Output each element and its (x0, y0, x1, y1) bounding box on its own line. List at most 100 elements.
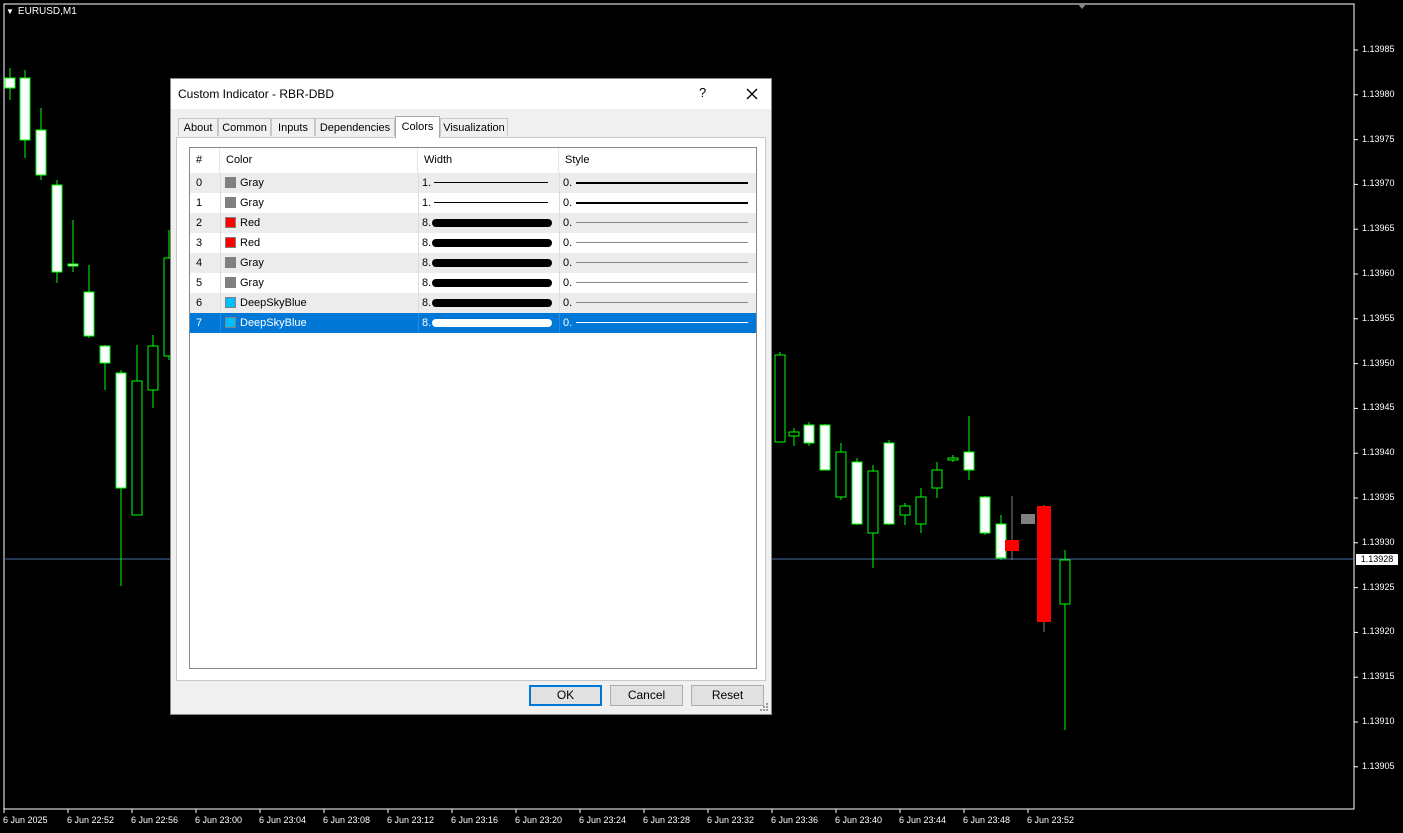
price-tick-label: 1.13920 (1362, 626, 1395, 637)
column-header-width[interactable]: Width (418, 148, 559, 173)
style-value[interactable]: 0. (563, 173, 572, 193)
dialog-titlebar[interactable]: Custom Indicator - RBR-DBD ? (171, 79, 771, 109)
candle-body (803, 424, 815, 444)
price-tick-label: 1.13960 (1362, 268, 1395, 278)
candle-body (83, 291, 95, 337)
color-swatch[interactable] (225, 317, 236, 328)
style-value[interactable]: 0. (563, 313, 572, 333)
width-value[interactable]: 8. (422, 233, 431, 253)
help-button[interactable]: ? (699, 85, 706, 100)
width-value[interactable]: 1. (422, 173, 431, 193)
tab-visualization[interactable]: Visualization (440, 118, 508, 136)
color-name[interactable]: Gray (240, 193, 264, 213)
column-header-style[interactable]: Style (559, 148, 756, 173)
color-name[interactable]: DeepSkyBlue (240, 313, 307, 333)
price-tick-label: 1.13945 (1362, 402, 1395, 413)
color-name[interactable]: Red (240, 213, 260, 233)
color-name[interactable]: Gray (240, 273, 264, 293)
style-line-sample (576, 202, 748, 204)
candle-body (35, 129, 47, 176)
column-header-color[interactable]: Color (220, 148, 418, 173)
style-value[interactable]: 0. (563, 273, 572, 293)
table-row[interactable]: 2 Red 8. 0. (190, 213, 756, 233)
candle-body (915, 496, 927, 525)
width-value[interactable]: 8. (422, 273, 431, 293)
width-value[interactable]: 8. (422, 253, 431, 273)
price-tick-label: 1.13980 (1362, 88, 1395, 99)
tab-colors[interactable]: Colors (395, 116, 440, 138)
tab-inputs[interactable]: Inputs (271, 118, 315, 136)
width-value[interactable]: 8. (422, 293, 431, 313)
column-header-index[interactable]: # (190, 148, 220, 173)
symbol-dropdown-icon[interactable]: ▼ (6, 7, 14, 16)
price-tick-label: 1.13915 (1362, 671, 1395, 682)
color-name[interactable]: Gray (240, 253, 264, 273)
tab-about[interactable]: About (178, 118, 218, 136)
row-index: 2 (196, 217, 203, 229)
indicator-bar (1037, 506, 1051, 622)
style-value[interactable]: 0. (563, 193, 572, 213)
time-tick-label: 6 Jun 23:36 (771, 815, 819, 825)
style-line-sample (576, 182, 748, 184)
time-tick-label: 6 Jun 23:00 (195, 815, 243, 825)
cancel-button[interactable]: Cancel (610, 685, 683, 706)
row-index: 4 (196, 257, 203, 269)
table-row[interactable]: 0 Gray 1. 0. (190, 173, 756, 193)
price-tick-label: 1.13940 (1362, 447, 1395, 458)
style-line-sample (576, 302, 748, 303)
reset-button[interactable]: Reset (691, 685, 764, 706)
style-line-sample (576, 242, 748, 243)
row-index: 6 (196, 297, 203, 309)
candle-body (883, 442, 895, 525)
price-tick-label: 1.13950 (1362, 357, 1395, 368)
style-value[interactable]: 0. (563, 293, 572, 313)
time-tick-label: 6 Jun 23:04 (259, 815, 307, 825)
candle-body (51, 184, 63, 273)
color-name[interactable]: Gray (240, 173, 264, 193)
color-swatch[interactable] (225, 297, 236, 308)
width-value[interactable]: 1. (422, 193, 431, 213)
close-icon[interactable] (739, 81, 765, 107)
candle-body (835, 451, 847, 498)
indicator-bar (1005, 540, 1019, 551)
time-tick-label: 6 Jun 22:52 (67, 815, 115, 825)
table-row[interactable]: 6 DeepSkyBlue 8. 0. (190, 293, 756, 313)
width-line-sample (432, 259, 552, 267)
time-tick-label: 6 Jun 23:28 (643, 815, 691, 825)
table-row[interactable]: 7 DeepSkyBlue 8. 0. (190, 313, 756, 333)
table-row[interactable]: 3 Red 8. 0. (190, 233, 756, 253)
color-name[interactable]: Red (240, 233, 260, 253)
custom-indicator-dialog: Custom Indicator - RBR-DBD ? About Commo… (170, 78, 772, 715)
color-swatch[interactable] (225, 217, 236, 228)
color-name[interactable]: DeepSkyBlue (240, 293, 307, 313)
color-swatch[interactable] (225, 177, 236, 188)
style-line-sample (576, 262, 748, 263)
style-value[interactable]: 0. (563, 233, 572, 253)
time-tick-label: 6 Jun 2025 (3, 815, 48, 825)
price-tick-label: 1.13975 (1362, 133, 1395, 144)
style-value[interactable]: 0. (563, 213, 572, 233)
color-swatch[interactable] (225, 257, 236, 268)
table-header: # Color Width Style (190, 148, 756, 174)
resize-grip-icon[interactable] (759, 702, 769, 712)
width-line-sample (434, 202, 548, 203)
table-row[interactable]: 4 Gray 8. 0. (190, 253, 756, 273)
color-swatch[interactable] (225, 237, 236, 248)
width-value[interactable]: 8. (422, 313, 431, 333)
color-swatch[interactable] (225, 197, 236, 208)
candle-body (851, 461, 863, 525)
style-line-sample (576, 282, 748, 283)
candle-body (995, 523, 1007, 559)
style-value[interactable]: 0. (563, 253, 572, 273)
tab-dependencies[interactable]: Dependencies (315, 118, 395, 136)
width-value[interactable]: 8. (422, 213, 431, 233)
chart-symbol[interactable]: ▼ EURUSD,M1 (6, 6, 77, 17)
table-row[interactable]: 1 Gray 1. 0. (190, 193, 756, 213)
candle-body (931, 469, 943, 489)
color-swatch[interactable] (225, 277, 236, 288)
tab-common[interactable]: Common (218, 118, 271, 136)
table-row[interactable]: 5 Gray 8. 0. (190, 273, 756, 293)
candle-body (979, 496, 991, 534)
ok-button[interactable]: OK (529, 685, 602, 706)
width-line-sample (434, 182, 548, 183)
